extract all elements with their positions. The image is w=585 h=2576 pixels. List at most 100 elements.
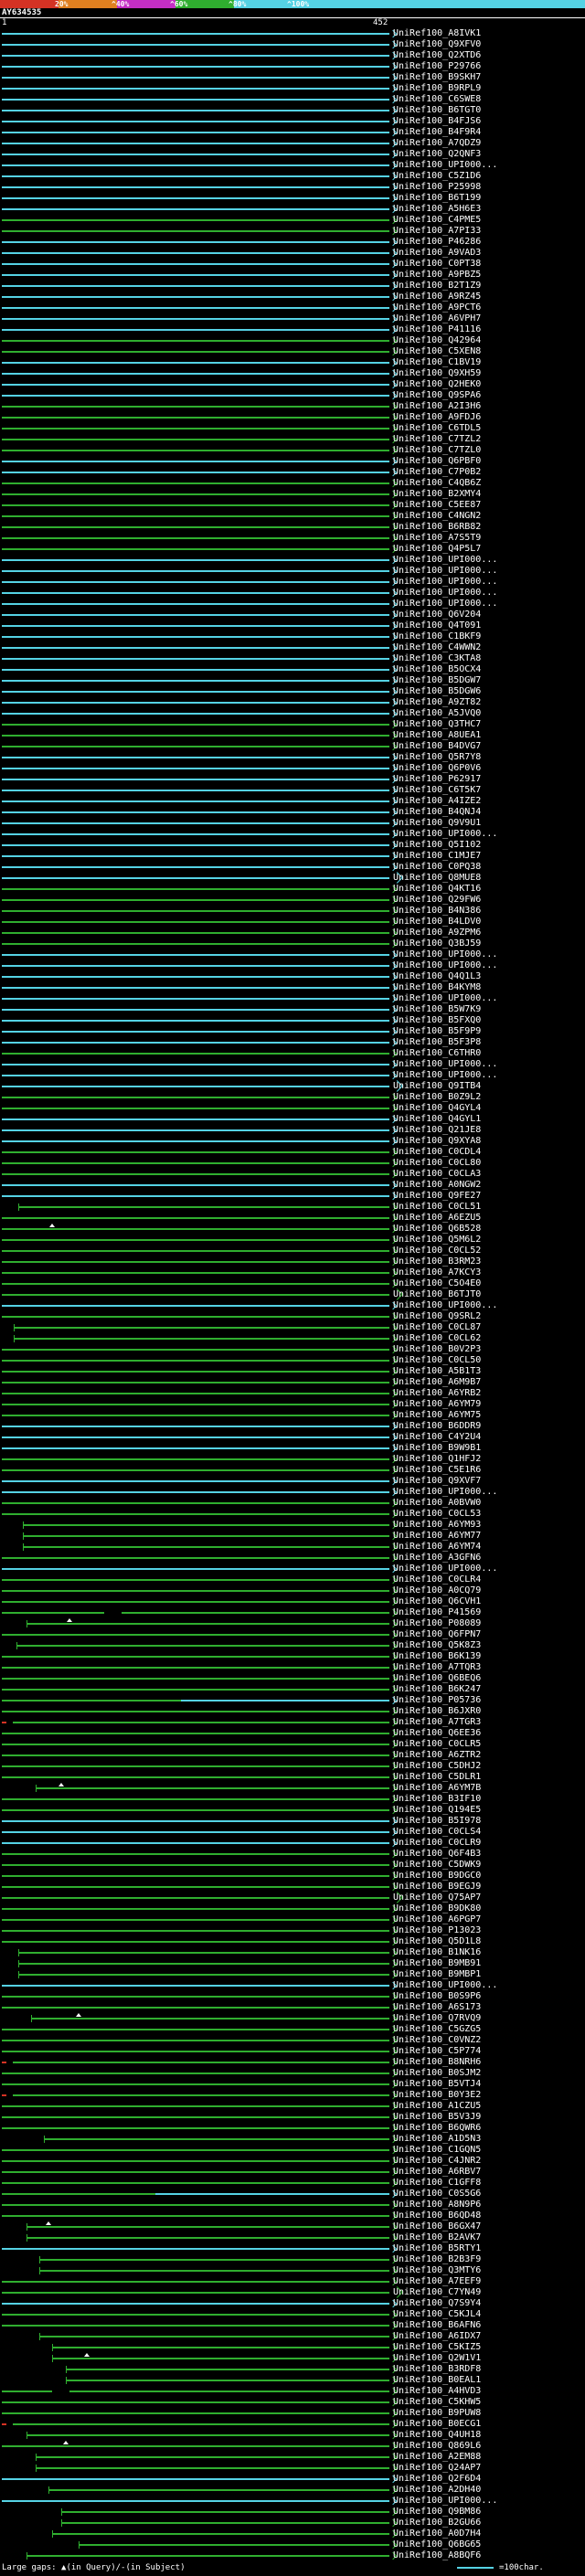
hit-line[interactable] xyxy=(2,1722,6,1723)
hit-label[interactable]: UniRef100_A4IZE2 xyxy=(393,797,481,806)
hit-line[interactable] xyxy=(2,2292,389,2294)
hit-label[interactable]: UniRef100_A0NGW2 xyxy=(393,1181,481,1190)
hit-line[interactable] xyxy=(2,1349,389,1351)
hit-label[interactable]: UniRef100_B2AVK7 xyxy=(393,2233,481,2242)
hit-line[interactable] xyxy=(2,2325,389,2327)
hit-label[interactable]: UniRef100_Q9BM86 xyxy=(393,2507,481,2517)
hit-line[interactable] xyxy=(65,2369,389,2370)
hit-label[interactable]: UniRef100_C5DWK9 xyxy=(393,1860,481,1870)
hit-label[interactable]: UniRef100_P46286 xyxy=(393,238,481,247)
hit-line[interactable] xyxy=(2,1151,389,1153)
hit-label[interactable]: UniRef100_C5DLR1 xyxy=(393,1773,481,1782)
hit-line[interactable] xyxy=(2,2248,389,2250)
hit-line[interactable] xyxy=(181,1700,389,1701)
hit-line[interactable] xyxy=(2,855,389,857)
hit-label[interactable]: UniRef100_Q6BEQ6 xyxy=(393,1674,481,1683)
hit-label[interactable]: UniRef100_B5RTY1 xyxy=(393,2244,481,2253)
hit-label[interactable]: UniRef100_A9ZT82 xyxy=(393,698,481,707)
hit-line[interactable] xyxy=(2,1754,389,1756)
hit-label[interactable]: UniRef100_Q24AP7 xyxy=(393,2464,481,2473)
hit-label[interactable]: UniRef100_C4QB6Z xyxy=(393,479,481,488)
hit-label[interactable]: UniRef100_B0Z9L2 xyxy=(393,1093,481,1102)
hit-label[interactable]: UniRef100_A7S5T9 xyxy=(393,534,481,543)
hit-line[interactable] xyxy=(17,1206,389,1208)
hit-line[interactable] xyxy=(2,373,389,375)
hit-line[interactable] xyxy=(2,482,389,484)
hit-line[interactable] xyxy=(17,1952,389,1954)
hit-label[interactable]: UniRef100_Q75AP7 xyxy=(393,1893,481,1903)
hit-line[interactable] xyxy=(2,1404,389,1405)
hit-label[interactable]: UniRef100_A6RBV7 xyxy=(393,2168,481,2177)
hit-label[interactable]: UniRef100_UPI000... xyxy=(393,1981,497,1990)
hit-line[interactable] xyxy=(2,230,389,232)
hit-label[interactable]: UniRef100_P05736 xyxy=(393,1696,481,1705)
hit-line[interactable] xyxy=(2,406,389,408)
hit-line[interactable] xyxy=(2,899,389,901)
hit-line[interactable] xyxy=(2,1557,389,1559)
hit-label[interactable]: UniRef100_A7TGR3 xyxy=(393,1718,481,1727)
hit-line[interactable] xyxy=(2,625,389,627)
hit-line[interactable] xyxy=(2,943,389,945)
hit-line[interactable] xyxy=(2,186,389,188)
hit-label[interactable]: UniRef100_B2GU66 xyxy=(393,2518,481,2528)
hit-line[interactable] xyxy=(2,66,389,68)
hit-label[interactable]: UniRef100_A1D5N3 xyxy=(393,2135,481,2144)
hit-line[interactable] xyxy=(2,844,389,846)
hit-label[interactable]: UniRef100_B9RPL9 xyxy=(393,84,481,93)
hit-label[interactable]: UniRef100_B5FXQ0 xyxy=(393,1016,481,1025)
hit-line[interactable] xyxy=(2,1678,389,1680)
hit-line[interactable] xyxy=(2,384,389,386)
hit-label[interactable]: UniRef100_B9MBP1 xyxy=(393,1970,481,1979)
hit-line[interactable] xyxy=(2,1075,389,1076)
hit-line[interactable] xyxy=(2,2007,389,2009)
hit-line[interactable] xyxy=(2,252,389,254)
hit-line[interactable] xyxy=(22,1546,389,1548)
hit-label[interactable]: UniRef100_A6YM79 xyxy=(393,1400,481,1409)
hit-label[interactable]: UniRef100_A6YM74 xyxy=(393,1542,481,1552)
hit-line[interactable] xyxy=(2,1985,389,1987)
hit-line[interactable] xyxy=(2,910,389,912)
hit-label[interactable]: UniRef100_B3IF10 xyxy=(393,1795,481,1804)
hit-line[interactable] xyxy=(2,164,389,166)
hit-label[interactable]: UniRef100_Q6V204 xyxy=(393,610,481,620)
hit-line[interactable] xyxy=(2,241,389,243)
hit-label[interactable]: UniRef100_C0CLR5 xyxy=(393,1740,481,1749)
hit-label[interactable]: UniRef100_B0S9P6 xyxy=(393,1992,481,2001)
hit-label[interactable]: UniRef100_A6YM75 xyxy=(393,1411,481,1420)
hit-line[interactable] xyxy=(52,2347,389,2348)
hit-line[interactable] xyxy=(2,1250,389,1252)
hit-line[interactable] xyxy=(2,2500,389,2502)
hit-label[interactable]: UniRef100_A7TQR3 xyxy=(393,1663,481,1672)
hit-label[interactable]: UniRef100_Q9XYA8 xyxy=(393,1137,481,1146)
hit-label[interactable]: UniRef100_A7QDZ9 xyxy=(393,139,481,148)
hit-label[interactable]: UniRef100_A5H6E3 xyxy=(393,205,481,214)
hit-line[interactable] xyxy=(2,2062,6,2063)
hit-label[interactable]: UniRef100_B9MB91 xyxy=(393,1959,481,1968)
hit-line[interactable] xyxy=(17,1963,389,1965)
hit-label[interactable]: UniRef100_C5KJL4 xyxy=(393,2310,481,2319)
hit-line[interactable] xyxy=(2,735,389,737)
hit-label[interactable]: UniRef100_P08089 xyxy=(393,1619,481,1628)
hit-line[interactable] xyxy=(2,175,389,177)
hit-line[interactable] xyxy=(2,461,389,462)
hit-label[interactable]: UniRef100_A6S173 xyxy=(393,2003,481,2012)
hit-line[interactable] xyxy=(2,1261,389,1263)
hit-label[interactable]: UniRef100_UPI000... xyxy=(393,588,497,598)
hit-label[interactable]: UniRef100_B9EGJ9 xyxy=(393,1882,481,1892)
hit-line[interactable] xyxy=(2,2281,389,2283)
hit-label[interactable]: UniRef100_C0CL62 xyxy=(393,1334,481,1343)
hit-line[interactable] xyxy=(52,2358,389,2359)
hit-label[interactable]: UniRef100_A8BQF6 xyxy=(393,2551,481,2560)
hit-line[interactable] xyxy=(2,1162,389,1164)
hit-line[interactable] xyxy=(13,2062,389,2063)
hit-label[interactable]: UniRef100_B6RB82 xyxy=(393,523,481,532)
hit-label[interactable]: UniRef100_C0CL80 xyxy=(393,1159,481,1168)
hit-label[interactable]: UniRef100_B4N386 xyxy=(393,906,481,916)
hit-line[interactable] xyxy=(2,1842,389,1844)
hit-line[interactable] xyxy=(2,800,389,802)
hit-line[interactable] xyxy=(2,921,389,923)
hit-label[interactable]: UniRef100_B0V2P3 xyxy=(393,1345,481,1354)
hit-label[interactable]: UniRef100_Q42964 xyxy=(393,336,481,345)
hit-line[interactable] xyxy=(2,121,389,122)
hit-line[interactable] xyxy=(2,1601,389,1603)
